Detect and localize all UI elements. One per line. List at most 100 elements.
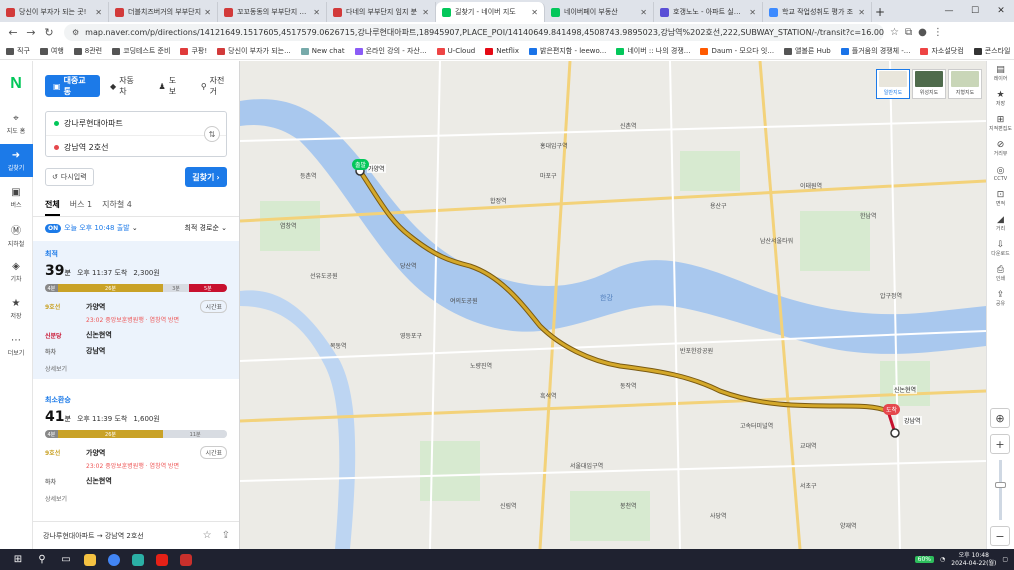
search-route-button[interactable]: 길찾기 ›	[185, 167, 227, 187]
nav-item-pin[interactable]: ⌖ 지도 홈	[0, 107, 33, 140]
stop-name[interactable]: 가양역	[86, 448, 105, 458]
search-icon[interactable]: ⚲	[30, 549, 54, 570]
youtube-icon[interactable]	[150, 549, 174, 570]
browser-tab[interactable]: 학교 작업성취도 평가 조 ✕	[763, 2, 872, 22]
route-details-link[interactable]: 상세보기	[45, 494, 227, 503]
browser-tab[interactable]: 길찾기 - 네이버 지도 ✕	[436, 2, 545, 22]
zoom-slider-thumb[interactable]	[994, 482, 1006, 488]
profile-icon[interactable]: ●	[918, 27, 927, 38]
map-tool-layers[interactable]: ▤ 레이어	[987, 61, 1014, 86]
map-place-label[interactable]: 동작역	[620, 381, 637, 390]
map-tool-ruler[interactable]: ◢ 거리	[987, 211, 1014, 236]
menu-icon[interactable]: ⋮	[933, 27, 943, 38]
map-place-label[interactable]: 여의도공원	[450, 296, 478, 305]
station-label-gangnam[interactable]: 강남역	[903, 416, 922, 425]
map-place-label[interactable]: 신촌역	[620, 121, 637, 130]
bookmark-item[interactable]: 밝은편지함 - leewo...	[529, 46, 606, 56]
clock[interactable]: 오후 10:48 2024-04-22(월)	[951, 552, 996, 568]
map-place-label[interactable]: 양재역	[840, 521, 857, 530]
station-label-sinnonhyeon[interactable]: 신논현역	[893, 385, 918, 394]
map-tool-street-view[interactable]: ⊞ 지적편집도	[987, 111, 1014, 136]
stop-name[interactable]: 강남역	[86, 346, 105, 356]
nav-item-star[interactable]: ★ 저장	[0, 292, 33, 325]
map-place-label[interactable]: 한남역	[860, 211, 877, 220]
map-place-label[interactable]: 신림역	[500, 501, 517, 510]
bookmark-item[interactable]: U-Cloud	[436, 47, 475, 55]
map-tool-share[interactable]: ⇪ 공유	[987, 286, 1014, 311]
map-place-label[interactable]: 서울대입구역	[570, 461, 603, 470]
bookmark-item[interactable]: 여행	[39, 46, 64, 56]
map-place-label[interactable]: 남산서울타워	[760, 236, 793, 245]
swap-icon[interactable]: ⇅	[204, 126, 220, 142]
map-place-label[interactable]: 합정역	[490, 196, 507, 205]
close-tab-icon[interactable]: ✕	[749, 8, 756, 17]
station-label-gayang[interactable]: 가양역	[367, 164, 386, 173]
stop-name[interactable]: 신논현역	[86, 476, 112, 486]
bookmark-item[interactable]: 온라인 강의 - 자산...	[354, 46, 427, 56]
map-tool-distance[interactable]: ⊘ 거리뷰	[987, 136, 1014, 161]
bookmark-item[interactable]: 코딩테스트 준비	[112, 46, 170, 56]
zoom-slider[interactable]	[994, 460, 1006, 520]
reload-icon[interactable]: ↻	[40, 26, 58, 39]
bookmark-item[interactable]: 네이버 :: 나의 경쟁...	[616, 46, 690, 56]
timetable-button[interactable]: 시간표	[200, 446, 227, 459]
close-tab-icon[interactable]: ✕	[313, 8, 320, 17]
nav-item-directions[interactable]: ➜ 길찾기	[0, 144, 33, 177]
gps-icon[interactable]: ⊕	[990, 408, 1010, 428]
zoom-out-button[interactable]: −	[990, 526, 1010, 546]
route-card[interactable]: 최소환승 41분 오후 11:39 도착 1,600원 4분 26분 11분 9호선 가양역 시간…	[33, 387, 239, 509]
nav-item-bus[interactable]: ▣ 버스	[0, 181, 33, 214]
browser-tab[interactable]: 더블치즈버거의 부부단지 ✕	[109, 2, 218, 22]
maximize-icon[interactable]: ☐	[962, 0, 988, 22]
store-icon[interactable]	[126, 549, 150, 570]
map-tool-star[interactable]: ★ 저장	[987, 86, 1014, 111]
browser-tab[interactable]: 꼬꼬동동의 부부단지 임지 ✕	[218, 2, 327, 22]
map-place-label[interactable]: 압구정역	[880, 291, 902, 300]
stop-name[interactable]: 신논현역	[86, 330, 112, 340]
map-place-label[interactable]: 염창역	[280, 221, 297, 230]
close-tab-icon[interactable]: ✕	[204, 8, 211, 17]
origin-field[interactable]: 강나루현대아파트	[46, 112, 226, 135]
mode-tab[interactable]: ▣ 대중교통	[45, 75, 101, 97]
wifi-icon[interactable]: ◔	[940, 556, 945, 563]
result-tab[interactable]: 전체	[45, 199, 60, 216]
close-window-icon[interactable]: ✕	[988, 0, 1014, 22]
map-tool-measure[interactable]: ⊡ 면적	[987, 186, 1014, 211]
bookmark-item[interactable]: 당신이 부자가 되는...	[217, 46, 291, 56]
mode-tab[interactable]: ◆ 자동차	[102, 75, 148, 97]
save-route-icon[interactable]: ☆	[203, 530, 212, 541]
bookmark-item[interactable]: 플거움의 경쟁체 -...	[840, 46, 910, 56]
map-place-label[interactable]: 홍대입구역	[540, 141, 568, 150]
end-marker[interactable]: 도착	[883, 404, 901, 415]
map-place-label[interactable]: 이태원역	[800, 181, 822, 190]
map-type-button[interactable]: 위성지도	[912, 69, 946, 99]
nav-item-train[interactable]: ◈ 기차	[0, 255, 33, 288]
close-tab-icon[interactable]: ✕	[640, 8, 647, 17]
bookmark-item[interactable]: New chat	[300, 47, 345, 55]
bookmark-item[interactable]: 자소설닷컴	[920, 46, 964, 56]
map-place-label[interactable]: 노량진역	[470, 361, 492, 370]
mode-tab[interactable]: ♟ 도보	[151, 75, 191, 97]
sort-select[interactable]: 최적 경로순 ⌄	[184, 223, 227, 233]
nav-item-more[interactable]: ⋯ 더보기	[0, 329, 33, 362]
browser-tab[interactable]: 호갱노노 - 아파트 실거래 ✕	[654, 2, 763, 22]
map-place-label[interactable]: 반포한강공원	[680, 346, 713, 355]
map-place-label[interactable]: 서초구	[800, 481, 817, 490]
map-place-label[interactable]: 선유도공원	[310, 271, 338, 280]
nav-item-subway[interactable]: Ⓜ 지하철	[0, 218, 33, 251]
new-tab-button[interactable]: +	[872, 2, 888, 22]
extensions-icon[interactable]: ⧉	[905, 27, 912, 38]
back-icon[interactable]: ←	[4, 26, 22, 39]
realtime-badge[interactable]: ON	[45, 224, 62, 233]
zoom-in-button[interactable]: +	[990, 434, 1010, 454]
chrome-icon[interactable]	[102, 549, 126, 570]
bookmark-star-icon[interactable]: ☆	[890, 27, 899, 38]
map-place-label[interactable]: 마포구	[540, 171, 557, 180]
browser-tab[interactable]: 당신이 부자가 되는 곳! ✕	[0, 2, 109, 22]
result-tab[interactable]: 지하철 4	[102, 199, 132, 216]
file-explorer-icon[interactable]	[78, 549, 102, 570]
map-place-label[interactable]: 봉천역	[620, 501, 637, 510]
url-input[interactable]: ⚙ map.naver.com/p/directions/14121649.15…	[64, 24, 884, 41]
mode-tab[interactable]: ⚲ 자전거	[193, 75, 239, 97]
map-place-label[interactable]: 목동역	[330, 341, 347, 350]
